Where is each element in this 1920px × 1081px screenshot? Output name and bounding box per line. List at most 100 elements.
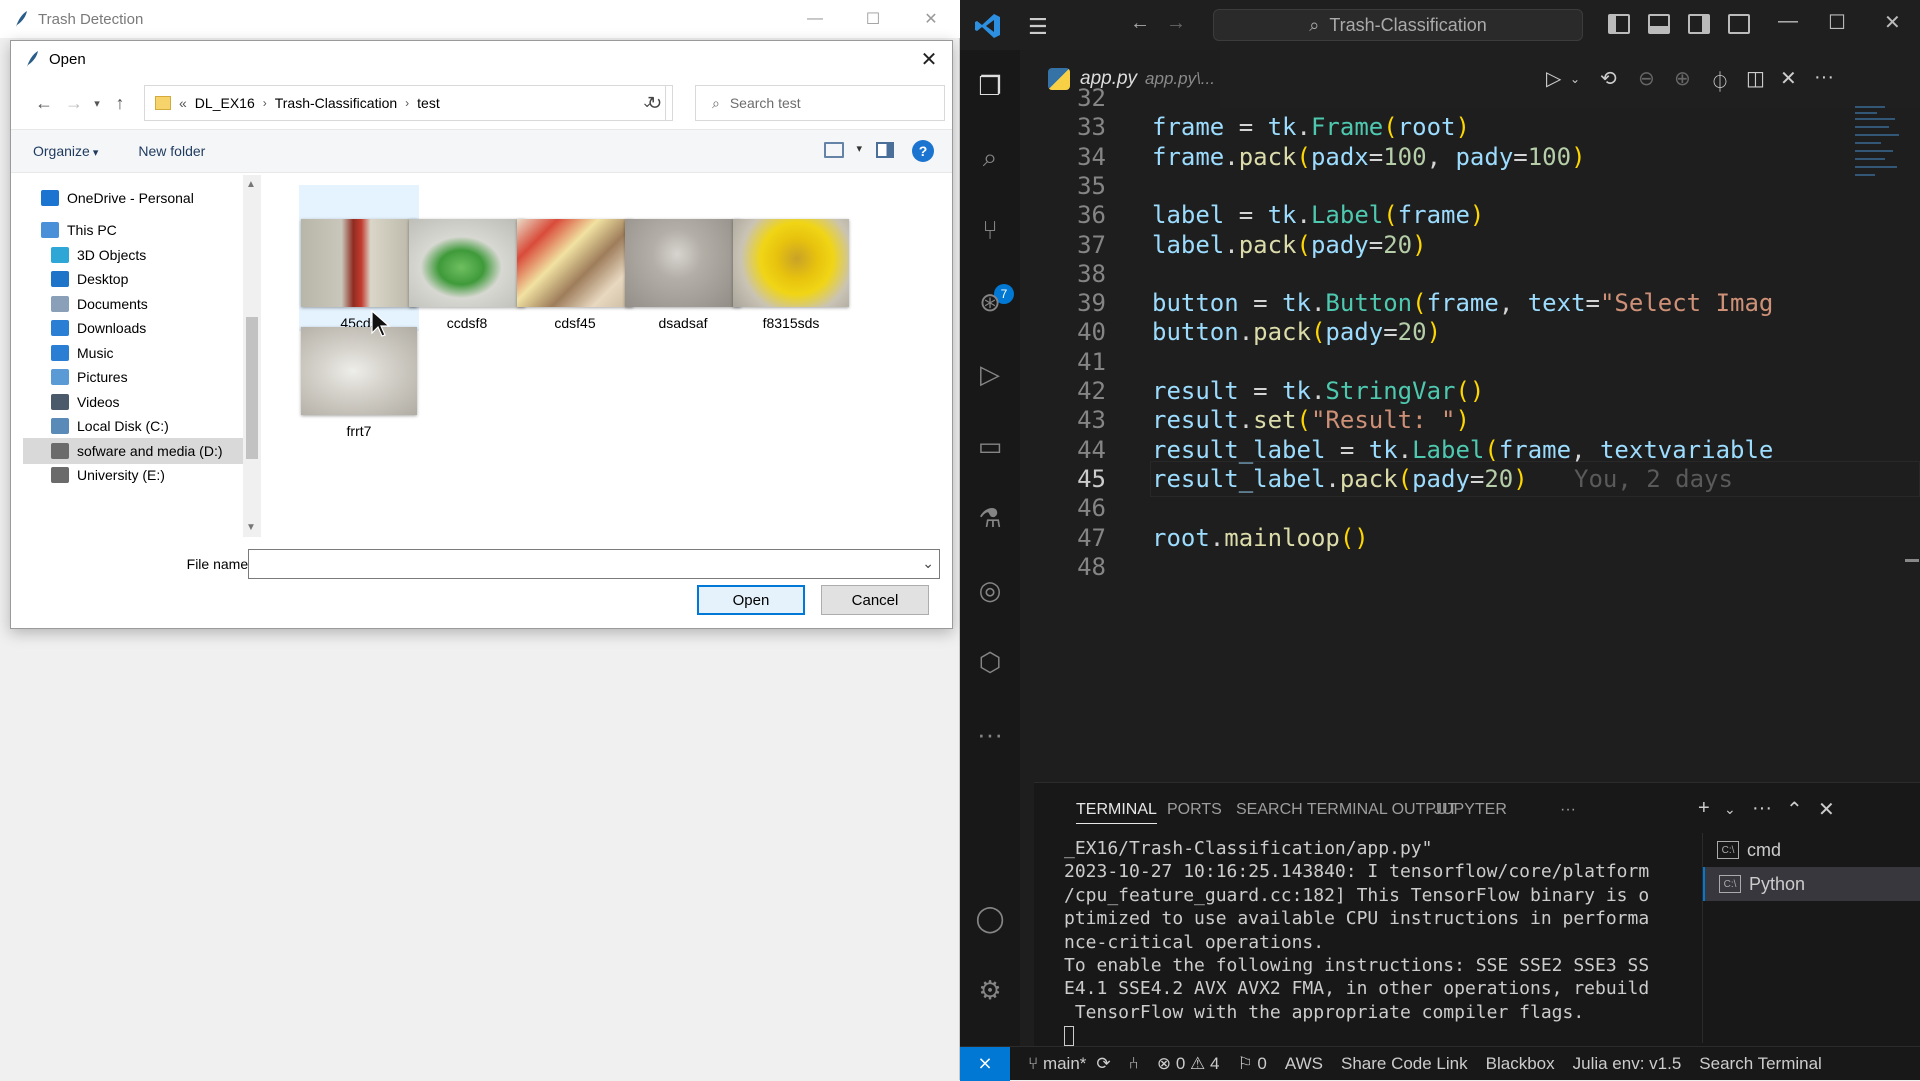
scrollbar-thumb[interactable]: [246, 317, 258, 459]
editor-scrollbar[interactable]: [1905, 104, 1919, 774]
panel-more-icon[interactable]: ···: [1560, 801, 1576, 819]
accounts-icon[interactable]: ◯: [974, 902, 1006, 934]
breadcrumb-item-trash-classification[interactable]: Trash-Classification: [275, 95, 397, 111]
remote-explorer-icon[interactable]: ▭: [974, 430, 1006, 462]
timeline-icon[interactable]: ⏀: [1710, 66, 1730, 95]
breadcrumb-item-dl-ex16[interactable]: DL_EX16: [195, 95, 255, 111]
nav-item-music[interactable]: Music: [51, 340, 114, 366]
search-icon[interactable]: ⌕: [974, 142, 1006, 174]
up-arrow-icon[interactable]: ↑: [105, 88, 135, 118]
change-view-icon[interactable]: [824, 142, 844, 158]
aws-status[interactable]: AWS: [1285, 1054, 1323, 1074]
file-item[interactable]: ccdsf8: [407, 185, 527, 331]
blackbox-status[interactable]: Blackbox: [1486, 1054, 1555, 1074]
split-editor-icon[interactable]: ◫: [1746, 66, 1765, 91]
preview-pane-icon[interactable]: [876, 142, 894, 158]
view-options-chevron-icon[interactable]: ▾: [856, 142, 862, 155]
maximize-panel-icon[interactable]: ⌃: [1786, 797, 1803, 822]
filename-dropdown-chevron-icon[interactable]: ⌄: [922, 555, 934, 572]
terminal-instance-cmd[interactable]: C:\ cmd: [1703, 833, 1920, 867]
terminal-instance-python[interactable]: C:\ Python: [1703, 867, 1920, 901]
extension-view-icon[interactable]: ◎: [974, 574, 1006, 606]
toggle-primary-sidebar-icon[interactable]: [1608, 14, 1630, 34]
nav-item-videos[interactable]: Videos: [51, 389, 120, 415]
previous-change-icon[interactable]: ⊖: [1638, 66, 1655, 91]
git-branch[interactable]: ⑂ main*: [1028, 1054, 1086, 1074]
nav-item-3d-objects[interactable]: 3D Objects: [51, 242, 146, 268]
nav-item-downloads[interactable]: Downloads: [51, 315, 146, 341]
share-code-link[interactable]: Share Code Link: [1341, 1054, 1468, 1074]
open-changes-icon[interactable]: ⟲: [1600, 66, 1617, 91]
remote-indicator-icon[interactable]: ⨯: [960, 1046, 1010, 1081]
tab-terminal[interactable]: TERMINAL: [1076, 801, 1157, 824]
hamburger-menu-icon[interactable]: ☰: [1028, 14, 1048, 40]
forward-arrow-icon[interactable]: →: [59, 88, 89, 118]
tab-jupyter[interactable]: JUPYTER: [1434, 801, 1507, 819]
navigation-pane-scrollbar[interactable]: ▲ ▼: [243, 175, 261, 537]
breadcrumb-item-test[interactable]: test: [417, 95, 440, 111]
cancel-button[interactable]: Cancel: [821, 585, 929, 615]
file-item[interactable]: 45cds: [299, 185, 419, 331]
sync-icon[interactable]: ⟳: [1096, 1054, 1110, 1074]
refresh-icon[interactable]: ↻: [637, 85, 673, 121]
recent-locations-chevron-icon[interactable]: ▾: [89, 88, 105, 118]
minimize-button[interactable]: —: [1778, 10, 1798, 33]
next-change-icon[interactable]: ⊕: [1674, 66, 1691, 91]
file-item[interactable]: cdsf45: [515, 185, 635, 331]
git-graph-status-icon[interactable]: ⑃: [1129, 1054, 1139, 1074]
run-python-file-icon[interactable]: ▷: [1546, 66, 1561, 91]
panel-more-actions-icon[interactable]: ···: [1752, 797, 1772, 820]
terminal-profiles-chevron-icon[interactable]: ⌄: [1724, 801, 1736, 818]
nav-item-desktop[interactable]: Desktop: [51, 266, 128, 292]
scroll-down-icon[interactable]: ▼: [246, 522, 256, 533]
minimap[interactable]: [1853, 104, 1903, 194]
address-bar[interactable]: « DL_EX16 › Trash-Classification › test …: [144, 85, 666, 121]
explorer-icon[interactable]: ❐: [974, 70, 1006, 102]
settings-gear-icon[interactable]: ⚙: [974, 974, 1006, 1006]
nav-item-local-disk-c[interactable]: Local Disk (C:): [51, 413, 169, 439]
maximize-button[interactable]: ☐: [1828, 10, 1846, 35]
minimize-button[interactable]: —: [786, 0, 844, 38]
scroll-up-icon[interactable]: ▲: [246, 179, 256, 190]
maximize-button[interactable]: ☐: [844, 0, 902, 38]
close-button[interactable]: ✕: [1884, 10, 1901, 35]
breadcrumb-overflow[interactable]: «: [179, 95, 187, 111]
filename-input[interactable]: [248, 549, 940, 579]
file-item[interactable]: f8315sds: [731, 185, 851, 331]
search-box[interactable]: ⌕ Search test: [695, 85, 945, 121]
new-folder-button[interactable]: New folder: [138, 143, 205, 159]
close-tab-icon[interactable]: ✕: [1780, 66, 1797, 91]
terminal-output[interactable]: _EX16/Trash-Classification/app.py" 2023-1…: [1064, 837, 1754, 1048]
file-item[interactable]: dsadsaf: [623, 185, 743, 331]
source-control-icon[interactable]: ⑂: [974, 214, 1006, 246]
julia-env-status[interactable]: Julia env: v1.5: [1573, 1054, 1682, 1074]
back-arrow-icon[interactable]: ←: [29, 88, 59, 118]
organize-button[interactable]: Organize: [33, 143, 98, 159]
help-icon[interactable]: ?: [912, 140, 934, 162]
toggle-panel-icon[interactable]: [1648, 14, 1670, 34]
forward-arrow-icon[interactable]: →: [1166, 12, 1186, 35]
close-panel-icon[interactable]: ✕: [1818, 797, 1835, 822]
run-and-debug-icon[interactable]: ▷: [974, 358, 1006, 390]
code-editor[interactable]: 32 33 frame = tk.Frame(root) 34 frame.pack(p…: [1034, 84, 1920, 780]
nav-item-this-pc[interactable]: This PC: [41, 217, 117, 243]
new-terminal-icon[interactable]: +: [1698, 797, 1710, 820]
git-graph-icon[interactable]: ⊛: [974, 286, 1006, 318]
more-views-icon[interactable]: ···: [974, 718, 1006, 750]
nav-item-sofware-and-media-d[interactable]: sofware and media (D:): [23, 438, 243, 464]
tab-ports[interactable]: PORTS: [1167, 801, 1222, 819]
package-icon[interactable]: ⬡: [974, 646, 1006, 678]
close-button[interactable]: ✕: [902, 0, 960, 38]
testing-icon[interactable]: ⚗: [974, 502, 1006, 534]
dialog-close-button[interactable]: ✕: [906, 41, 952, 77]
toggle-secondary-sidebar-icon[interactable]: [1688, 14, 1710, 34]
back-arrow-icon[interactable]: ←: [1130, 12, 1150, 35]
problems-indicator[interactable]: ⊗ 0 ⚠ 4: [1157, 1054, 1220, 1074]
more-actions-icon[interactable]: ···: [1814, 66, 1834, 89]
nav-item-pictures[interactable]: Pictures: [51, 364, 128, 390]
nav-item-university-e[interactable]: University (E:): [51, 462, 165, 488]
run-options-chevron-icon[interactable]: ⌄: [1570, 72, 1580, 86]
file-item[interactable]: frrt7: [299, 315, 419, 461]
open-button[interactable]: Open: [697, 585, 805, 615]
customize-layout-icon[interactable]: [1728, 14, 1750, 34]
